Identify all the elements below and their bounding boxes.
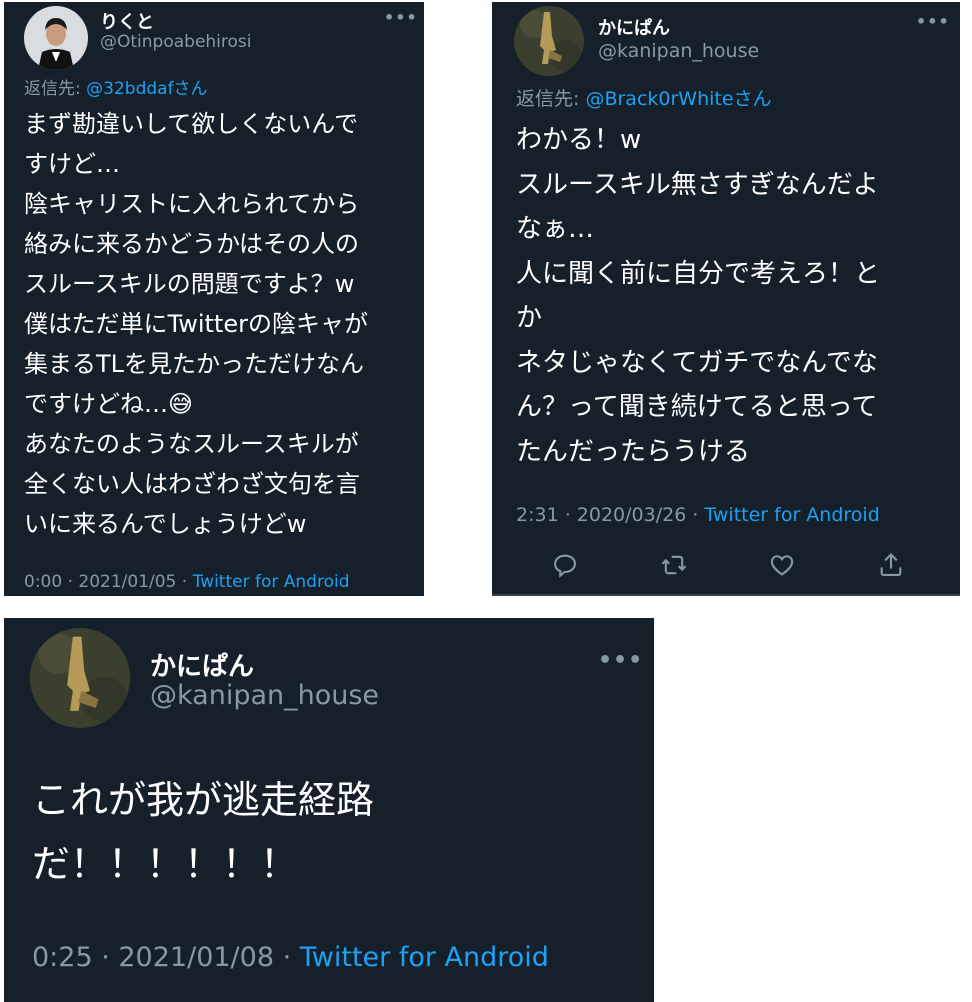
reply-mention-link[interactable]: @Brack0rWhiteさん — [585, 88, 771, 110]
source-link[interactable]: Twitter for Android — [300, 942, 549, 973]
avatar[interactable] — [514, 6, 584, 76]
tweet-text: まず勘違いして欲しくないんで すけど… 陰キャリストに入れられてから 絡みに来る… — [24, 110, 368, 538]
retweet-icon[interactable] — [659, 550, 689, 580]
more-options-icon[interactable]: ••• — [916, 12, 950, 31]
user-handle[interactable]: @kanipan_house — [598, 40, 759, 62]
reply-context: 返信先: @Brack0rWhiteさん — [516, 84, 772, 111]
reply-context: 返信先: @32bddafさん — [24, 74, 208, 99]
display-name[interactable]: りくと — [100, 8, 154, 34]
avatar[interactable] — [24, 6, 88, 70]
tweet-text: わかる！w スルースキル無さすぎなんだよ なぁ… 人に聞く前に自分で考えろ！と … — [516, 125, 881, 467]
action-bar — [550, 550, 906, 580]
like-icon[interactable] — [767, 550, 797, 580]
more-options-icon[interactable]: ••• — [384, 8, 418, 27]
user-handle[interactable]: @Otinpoabehirosi — [100, 32, 252, 52]
more-options-icon[interactable]: ••• — [598, 648, 643, 673]
timestamp[interactable]: 0:00 · 2021/01/05 · — [24, 572, 193, 592]
reply-mention-link[interactable]: @32bddafさん — [86, 79, 207, 99]
reply-prefix: 返信先: — [24, 79, 87, 99]
user-handle[interactable]: @kanipan_house — [150, 680, 379, 711]
tweet-text: これが我が逃走経路 だ！！！！！！ — [32, 778, 375, 886]
share-icon[interactable] — [876, 550, 906, 580]
reply-icon[interactable] — [550, 550, 580, 580]
source-link[interactable]: Twitter for Android — [704, 504, 879, 526]
source-link[interactable]: Twitter for Android — [193, 572, 350, 592]
tweet-meta: 2:31 · 2020/03/26 · Twitter for Android — [516, 504, 880, 526]
timestamp[interactable]: 0:25 · 2021/01/08 · — [32, 942, 300, 973]
tweet-meta: 0:25 · 2021/01/08 · Twitter for Android — [32, 942, 549, 973]
tweet-meta: 0:00 · 2021/01/05 · Twitter for Android — [24, 572, 349, 592]
timestamp[interactable]: 2:31 · 2020/03/26 · — [516, 504, 704, 526]
display-name[interactable]: かにぱん — [598, 14, 670, 40]
display-name[interactable]: かにぱん — [150, 646, 254, 683]
tweet-card: かにぱん @kanipan_house ••• これが我が逃走経路 だ！！！！！… — [4, 618, 654, 1002]
reply-prefix: 返信先: — [516, 88, 586, 110]
tweet-card: りくと @Otinpoabehirosi ••• 返信先: @32bddafさん… — [4, 2, 424, 596]
avatar[interactable] — [30, 628, 130, 728]
tweet-card: かにぱん @kanipan_house ••• 返信先: @Brack0rWhi… — [492, 2, 960, 596]
